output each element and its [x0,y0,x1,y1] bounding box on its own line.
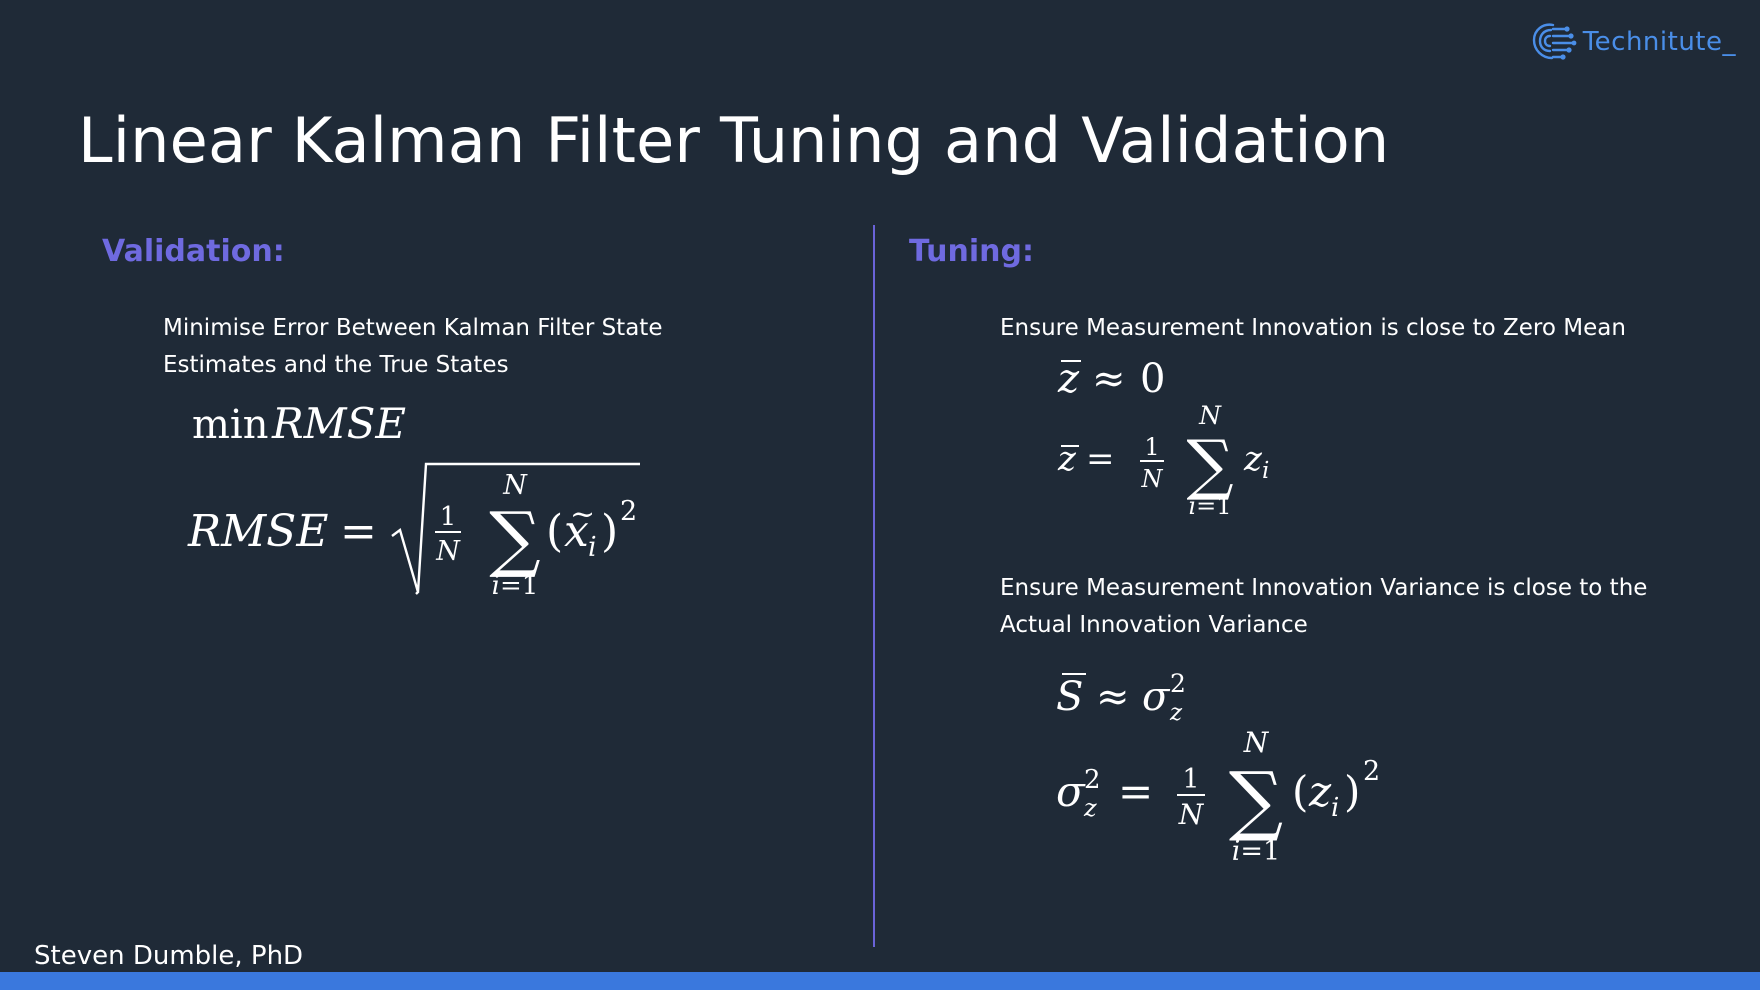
svg-text:min: min [192,402,268,448]
svg-text:~: ~ [570,497,595,532]
svg-text:z: z [1169,700,1183,726]
validation-description-line-1: Minimise Error Between Kalman Filter Sta… [163,315,663,341]
svg-text:): ) [601,506,618,557]
tuning-description-2-line-2: Actual Innovation Variance [1000,612,1308,638]
svg-text:(: ( [546,506,563,557]
author-name: Steven Dumble, PhD [34,941,304,971]
validation-heading: Validation: [102,234,285,269]
svg-text:1: 1 [1144,433,1159,461]
svg-text:i=1: i=1 [1188,492,1231,520]
equation-sbar-approx-sigma: S ≈ σ 2 z [1056,668,1206,726]
svg-text:z: z [1243,439,1263,479]
svg-text:N: N [435,536,461,567]
svg-text:≈: ≈ [1096,674,1130,720]
equation-sigma-definition: σ 2 z = 1 N N ∑ i=1 ( z i ) 2 [1056,726,1396,868]
svg-text:=: = [1118,767,1153,816]
svg-text:S: S [1056,674,1083,720]
svg-text:σ: σ [1142,674,1171,720]
svg-text:=: = [1086,439,1115,479]
svg-text:σ: σ [1056,767,1086,816]
validation-description: Minimise Error Between Kalman Filter Sta… [163,310,662,384]
svg-text:i=1: i=1 [1232,836,1280,867]
svg-text:2: 2 [1363,756,1380,787]
svg-text:z: z [1308,767,1332,816]
equation-min-rmse: min RMSE [192,398,432,452]
column-divider [873,225,875,947]
svg-text:1: 1 [440,502,457,532]
svg-text:z: z [1057,439,1077,479]
svg-text:RMSE: RMSE [271,399,406,448]
tuning-description-2: Ensure Measurement Innovation Variance i… [1000,570,1647,644]
svg-text:i: i [1262,458,1269,484]
svg-text:∑: ∑ [1229,755,1283,844]
brand-logo: Technitute_ [1529,20,1736,64]
svg-text:=: = [340,506,377,557]
validation-description-line-2: Estimates and the True States [163,352,509,378]
svg-text:2: 2 [620,496,637,527]
slide-title: Linear Kalman Filter Tuning and Validati… [78,104,1390,177]
svg-text:i=1: i=1 [492,571,539,601]
svg-text:N: N [1178,798,1205,831]
brain-circuit-icon [1532,23,1577,60]
svg-text:i: i [588,532,597,563]
equation-rmse-definition: RMSE = 1 N N ∑ i=1 ( x ~ i ) 2 [187,460,648,605]
svg-text:1: 1 [1182,764,1199,795]
equation-zbar-definition: z = 1 N N ∑ i=1 z i [1057,400,1298,520]
footer-bar [0,972,1760,990]
svg-text:≈: ≈ [1092,356,1126,402]
brand-name: Technitute_ [1582,27,1736,57]
tuning-description-2-line-1: Ensure Measurement Innovation Variance i… [1000,575,1648,601]
svg-text:): ) [1344,767,1360,816]
tuning-description-1: Ensure Measurement Innovation is close t… [1000,315,1626,341]
svg-text:2: 2 [1084,765,1101,795]
svg-text:∑: ∑ [489,496,540,580]
svg-text:RMSE: RMSE [187,506,328,557]
svg-text:z: z [1057,356,1080,402]
tuning-heading: Tuning: [909,234,1034,269]
svg-text:z: z [1083,794,1097,822]
svg-text:0: 0 [1140,356,1165,402]
svg-text:i: i [1331,793,1339,823]
equation-zbar-approx-zero: z ≈ 0 [1057,352,1198,402]
svg-text:N: N [1141,465,1164,493]
svg-text:(: ( [1292,767,1308,816]
svg-text:2: 2 [1170,669,1186,698]
